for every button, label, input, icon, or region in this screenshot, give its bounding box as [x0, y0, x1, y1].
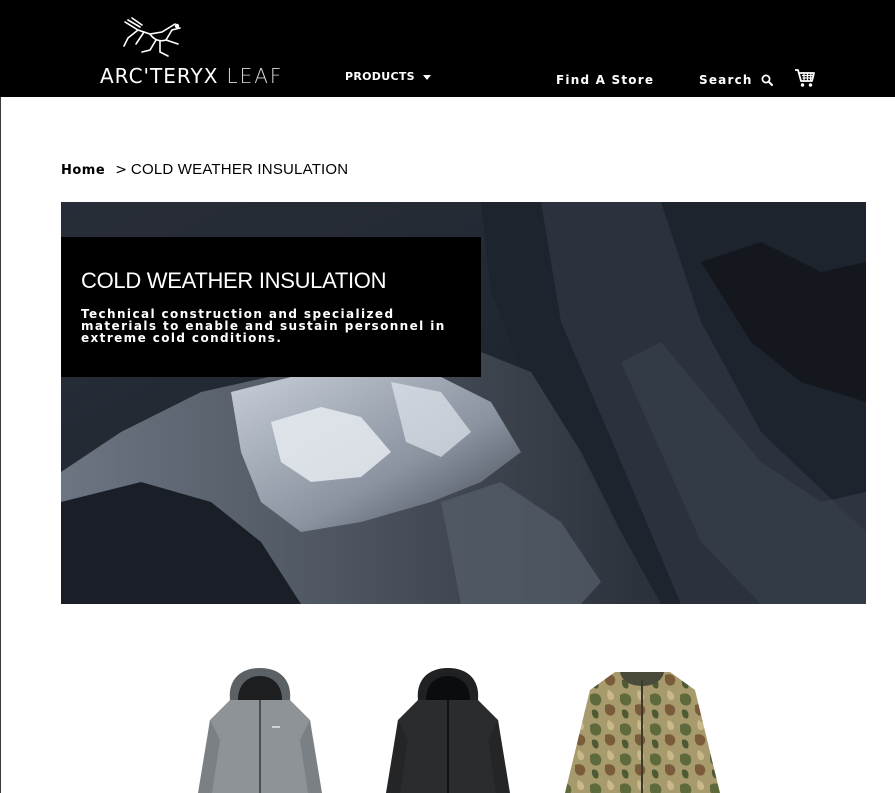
hero-title: COLD WEATHER INSULATION: [81, 268, 387, 293]
shopping-cart-icon[interactable]: [794, 68, 816, 88]
hero-text-panel: COLD WEATHER INSULATION Technical constr…: [61, 237, 481, 377]
find-store-link[interactable]: Find A Store: [556, 73, 654, 87]
search-label: Search: [699, 73, 753, 87]
logo-sub-text: LEAF: [226, 64, 284, 88]
hero-description: Technical construction and specialized m…: [81, 307, 446, 345]
search-icon: [761, 74, 773, 86]
site-header: ARC'TERYX LEAF PRODUCTS Find A Store Sear…: [0, 0, 895, 97]
breadcrumb: Home > COLD WEATHER INSULATION: [61, 161, 348, 178]
breadcrumb-separator: >: [115, 162, 127, 178]
caret-down-icon: [422, 75, 431, 80]
archaeopteryx-logo-icon[interactable]: [120, 16, 190, 61]
brand-logo[interactable]: ARC'TERYX LEAF: [100, 64, 283, 88]
breadcrumb-home-link[interactable]: Home: [61, 163, 105, 178]
products-menu[interactable]: PRODUCTS: [345, 70, 431, 83]
product-image-camouflage-jacket[interactable]: [560, 660, 725, 793]
products-menu-label: PRODUCTS: [345, 70, 415, 83]
product-image-grey-jacket[interactable]: [190, 660, 330, 793]
logo-brand-text: ARC'TERYX: [100, 64, 219, 88]
hero-banner: COLD WEATHER INSULATION Technical constr…: [61, 202, 866, 604]
breadcrumb-current: COLD WEATHER INSULATION: [130, 161, 349, 178]
product-image-black-jacket[interactable]: [378, 660, 518, 793]
product-grid: [0, 660, 895, 793]
search-button[interactable]: Search: [699, 73, 773, 87]
